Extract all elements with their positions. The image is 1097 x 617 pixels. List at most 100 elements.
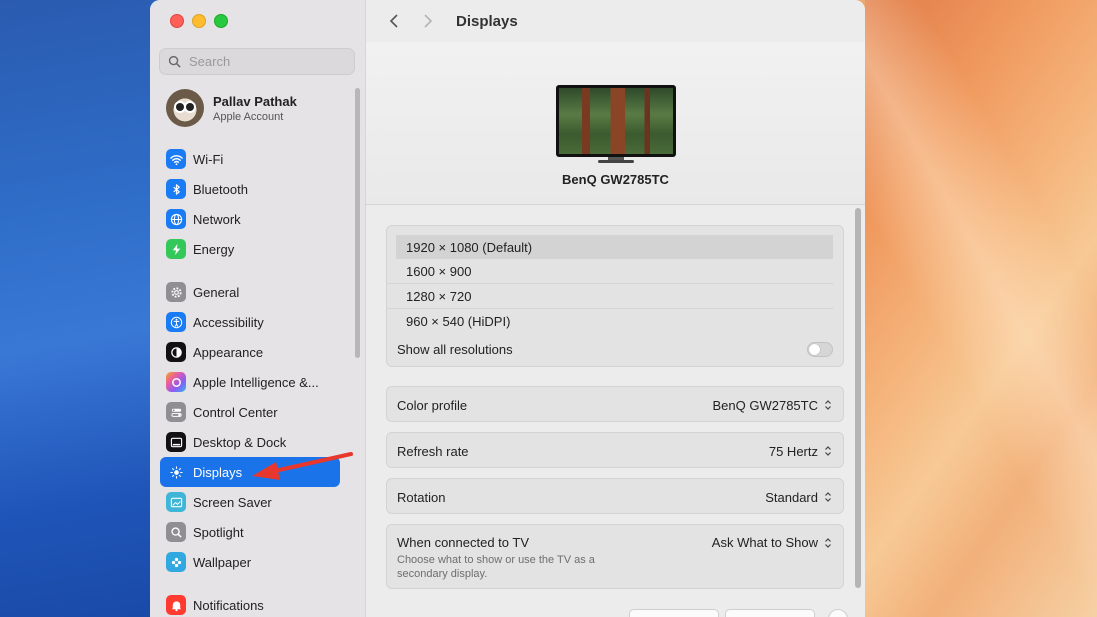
- rotation-value: Standard: [765, 489, 818, 505]
- wallpaper-thumbnail: [559, 88, 673, 154]
- sidebar-item-label: Wi-Fi: [193, 151, 224, 167]
- apple-intelligence-icon: [166, 372, 186, 392]
- sidebar-item-appearance[interactable]: Appearance: [160, 337, 340, 367]
- sidebar-item-label: Displays: [193, 464, 243, 480]
- bottom-buttons: [629, 609, 815, 617]
- zoom-button[interactable]: [214, 14, 228, 28]
- resolution-option[interactable]: 960 × 540 (HiDPI): [387, 309, 833, 333]
- night-shift-button[interactable]: [725, 609, 815, 617]
- tv-description: Choose what to show or use the TV as a s…: [397, 554, 595, 580]
- search-input[interactable]: [187, 53, 351, 70]
- show-all-resolutions-toggle[interactable]: [807, 341, 833, 357]
- globe-icon: [166, 209, 186, 229]
- wifi-icon: [166, 149, 186, 169]
- magnifier-icon: [166, 522, 186, 542]
- search-field[interactable]: [159, 48, 355, 75]
- sidebar-item-wifi[interactable]: Wi-Fi: [160, 144, 340, 174]
- updown-chevron-icon: [822, 490, 833, 505]
- chevron-left-icon: [389, 14, 398, 28]
- sidebar-scrollbar[interactable]: [355, 88, 360, 358]
- sun-icon: [166, 462, 186, 482]
- sidebar-item-label: General: [193, 284, 240, 300]
- toggles-icon: [166, 402, 186, 422]
- sidebar-item-label: Energy: [193, 241, 235, 257]
- close-button[interactable]: [170, 14, 184, 28]
- sidebar-item-accessibility[interactable]: Accessibility: [160, 307, 340, 337]
- minimize-button[interactable]: [192, 14, 206, 28]
- bolt-icon: [166, 239, 186, 259]
- resolution-option[interactable]: 1920 × 1080 (Default): [396, 235, 833, 259]
- color-profile-value: BenQ GW2785TC: [712, 397, 819, 413]
- rotation-row: Rotation Standard: [386, 478, 844, 514]
- refresh-rate-popup[interactable]: 75 Hertz: [769, 444, 833, 459]
- sidebar-item-label: Network: [193, 211, 241, 227]
- tv-connection-row: When connected to TV Ask What to Show Ch…: [386, 524, 844, 589]
- chevron-right-icon: [424, 14, 433, 28]
- content-scrollbar[interactable]: [855, 208, 861, 588]
- gear-icon: [166, 282, 186, 302]
- rotation-label: Rotation: [397, 489, 446, 505]
- rotation-popup[interactable]: Standard: [765, 490, 833, 505]
- sidebar-item-label: Bluetooth: [193, 181, 248, 197]
- sidebar-item-network[interactable]: Network: [160, 204, 340, 234]
- sidebar-item-label: Wallpaper: [193, 554, 252, 570]
- forward-button[interactable]: [418, 11, 438, 31]
- sidebar-item-wallpaper[interactable]: Wallpaper: [160, 547, 340, 577]
- screensaver-icon: [166, 492, 186, 512]
- apple-account[interactable]: Pallav Pathak Apple Account: [166, 89, 297, 127]
- updown-chevron-icon: [822, 444, 833, 459]
- account-subtitle: Apple Account: [213, 110, 284, 123]
- resolution-option[interactable]: 1280 × 720: [387, 284, 833, 309]
- search-icon: [168, 55, 181, 68]
- window-controls: [170, 14, 228, 28]
- system-settings-window: Pallav Pathak Apple Account Wi-Fi Blueto…: [150, 0, 865, 617]
- sidebar-item-energy[interactable]: Energy: [160, 234, 340, 264]
- sidebar-item-label: Appearance: [193, 344, 264, 360]
- accessibility-icon: [166, 312, 186, 332]
- dock-icon: [166, 432, 186, 452]
- main-pane: Displays BenQ GW2785TC 1920 × 1080 (Defa…: [366, 0, 865, 617]
- monitor-thumbnail[interactable]: [556, 85, 676, 163]
- sidebar-item-label: Accessibility: [193, 314, 264, 330]
- color-profile-row: Color profile BenQ GW2785TC: [386, 386, 844, 422]
- tv-popup[interactable]: Ask What to Show: [712, 535, 833, 550]
- sidebar-item-control-center[interactable]: Control Center: [160, 397, 340, 427]
- updown-chevron-icon: [822, 535, 833, 550]
- show-all-resolutions-label: Show all resolutions: [397, 341, 513, 357]
- color-profile-label: Color profile: [397, 397, 468, 413]
- sidebar-item-bluetooth[interactable]: Bluetooth: [160, 174, 340, 204]
- sidebar-item-notifications[interactable]: Notifications: [160, 590, 340, 617]
- sidebar-item-apple-intelligence[interactable]: Apple Intelligence &...: [160, 367, 340, 397]
- back-button[interactable]: [384, 11, 404, 31]
- refresh-rate-label: Refresh rate: [397, 443, 469, 459]
- advanced-button[interactable]: [629, 609, 719, 617]
- desktop-wallpaper-left: [0, 0, 150, 617]
- sidebar: Pallav Pathak Apple Account Wi-Fi Blueto…: [150, 0, 366, 617]
- resolution-list: 1920 × 1080 (Default) 1600 × 900 1280 × …: [386, 225, 844, 367]
- account-name: Pallav Pathak: [213, 93, 297, 109]
- toolbar: Displays: [366, 0, 865, 42]
- refresh-rate-value: 75 Hertz: [768, 443, 818, 459]
- sidebar-item-screen-saver[interactable]: Screen Saver: [160, 487, 340, 517]
- sidebar-item-label: Apple Intelligence &...: [193, 374, 319, 390]
- resolution-option[interactable]: 1600 × 900: [387, 259, 833, 284]
- desktop-wallpaper-right: [865, 0, 1097, 617]
- page-title: Displays: [456, 12, 518, 30]
- sidebar-item-label: Spotlight: [193, 524, 244, 540]
- tv-value: Ask What to Show: [711, 535, 818, 550]
- bell-icon: [166, 595, 186, 615]
- updown-chevron-icon: [822, 398, 833, 413]
- sidebar-item-label: Screen Saver: [193, 494, 272, 510]
- sidebar-item-general[interactable]: General: [160, 277, 340, 307]
- help-button[interactable]: [828, 609, 848, 617]
- sidebar-nav: Wi-Fi Bluetooth Network Energy General A…: [160, 144, 340, 617]
- sidebar-item-spotlight[interactable]: Spotlight: [160, 517, 340, 547]
- bluetooth-icon: [166, 179, 186, 199]
- flower-icon: [166, 552, 186, 572]
- display-name: BenQ GW2785TC: [562, 172, 669, 187]
- avatar: [166, 89, 204, 127]
- annotation-arrow: [252, 452, 353, 480]
- display-preview: BenQ GW2785TC: [366, 42, 865, 205]
- color-profile-popup[interactable]: BenQ GW2785TC: [713, 398, 834, 413]
- tv-label: When connected to TV: [397, 535, 530, 550]
